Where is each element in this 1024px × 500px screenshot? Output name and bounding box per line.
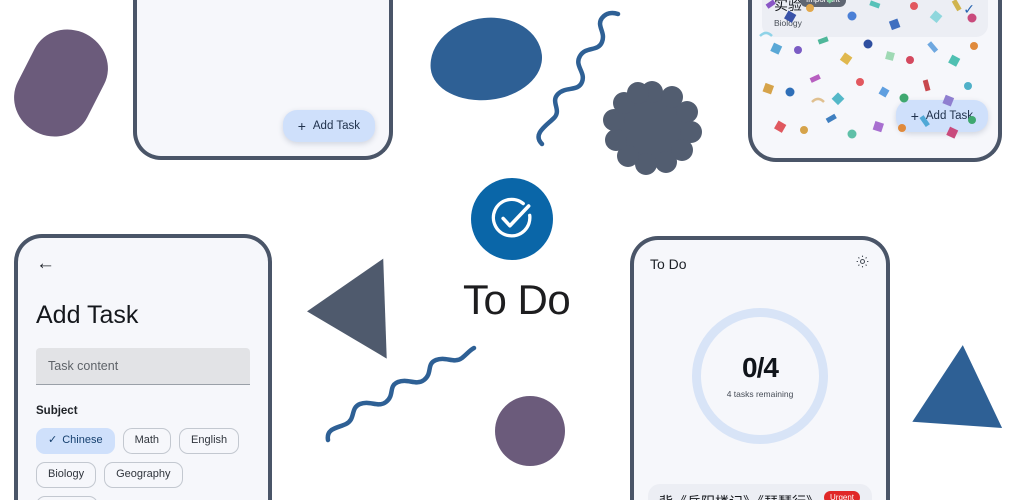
subject-chip-chinese[interactable]: ✓ Chinese <box>36 428 115 454</box>
task-content-input[interactable]: Task content <box>36 348 250 385</box>
phone-mockup-add-task: ← Add Task Task content Subject ✓ Chines… <box>14 234 272 500</box>
back-arrow-icon[interactable]: ← <box>36 254 250 273</box>
progress-subtitle: 4 tasks remaining <box>726 388 794 399</box>
slate-left-triangle <box>305 258 387 362</box>
todo-task-title: 背《岳阳楼记》《琵琶行》 <box>659 494 820 500</box>
task-content-placeholder: Task content <box>48 359 119 373</box>
add-task-label: Add Task <box>925 110 973 122</box>
task-title-row: 实验Important <box>774 0 978 14</box>
progress-ring: 0/4 4 tasks remaining <box>692 308 828 444</box>
check-circle-icon <box>471 178 553 260</box>
subject-label: Subject <box>36 405 78 417</box>
add-task-button[interactable]: + Add Task <box>282 110 375 142</box>
status-badge: Urgent <box>824 491 861 500</box>
blue-squiggle-line-top <box>524 8 628 153</box>
task-card[interactable]: 实验Important Biology ✓ <box>762 0 988 37</box>
brand-title: To Do <box>463 276 571 323</box>
subject-chip-group: ✓ Chinese Math English Biology Geography… <box>36 428 250 500</box>
check-icon: ✓ <box>48 434 58 446</box>
task-title: 实验 <box>774 0 802 14</box>
add-task-button[interactable]: + Add Task <box>895 100 988 132</box>
blue-squiggle-line-bottom <box>322 344 484 451</box>
purple-circle <box>495 396 565 466</box>
phone-mockup-todo-overview: To Do 0/4 4 tasks remaining 背《岳阳楼记》《琵琶行》… <box>630 236 890 500</box>
page-title: Add Task <box>36 301 139 329</box>
poster-canvas: + Add Task 背单词Default English ✓ 实验Import… <box>0 0 1024 500</box>
phone-mockup-empty-list: + Add Task <box>133 0 393 160</box>
gear-icon[interactable] <box>855 254 870 274</box>
brand-lockup: To Do <box>463 178 571 324</box>
task-badge: Important <box>800 0 846 8</box>
subject-chip-biology[interactable]: Biology <box>36 461 97 488</box>
subject-chip-label: Chinese <box>62 434 103 446</box>
check-icon[interactable]: ✓ <box>963 1 975 18</box>
progress-count: 0/4 <box>742 351 779 383</box>
subject-chip-geography[interactable]: Geography <box>104 461 183 488</box>
subject-chip-math[interactable]: Math <box>122 428 172 454</box>
task-subject: Biology <box>774 17 802 28</box>
plus-icon: + <box>910 108 919 124</box>
blue-triangle <box>912 341 1008 429</box>
page-title: To Do <box>650 256 687 272</box>
add-task-label: Add Task <box>312 120 360 132</box>
subject-chip-english[interactable]: English <box>179 428 240 454</box>
phone-mockup-completed-list: 背单词Default English ✓ 实验Important Biology… <box>748 0 1002 162</box>
subject-chip-physics[interactable]: Physics <box>36 495 98 500</box>
todo-task-card[interactable]: 背《岳阳楼记》《琵琶行》Urgent ✓ <box>648 484 872 500</box>
purple-pill-shape <box>1 16 121 150</box>
plus-icon: + <box>297 118 306 134</box>
